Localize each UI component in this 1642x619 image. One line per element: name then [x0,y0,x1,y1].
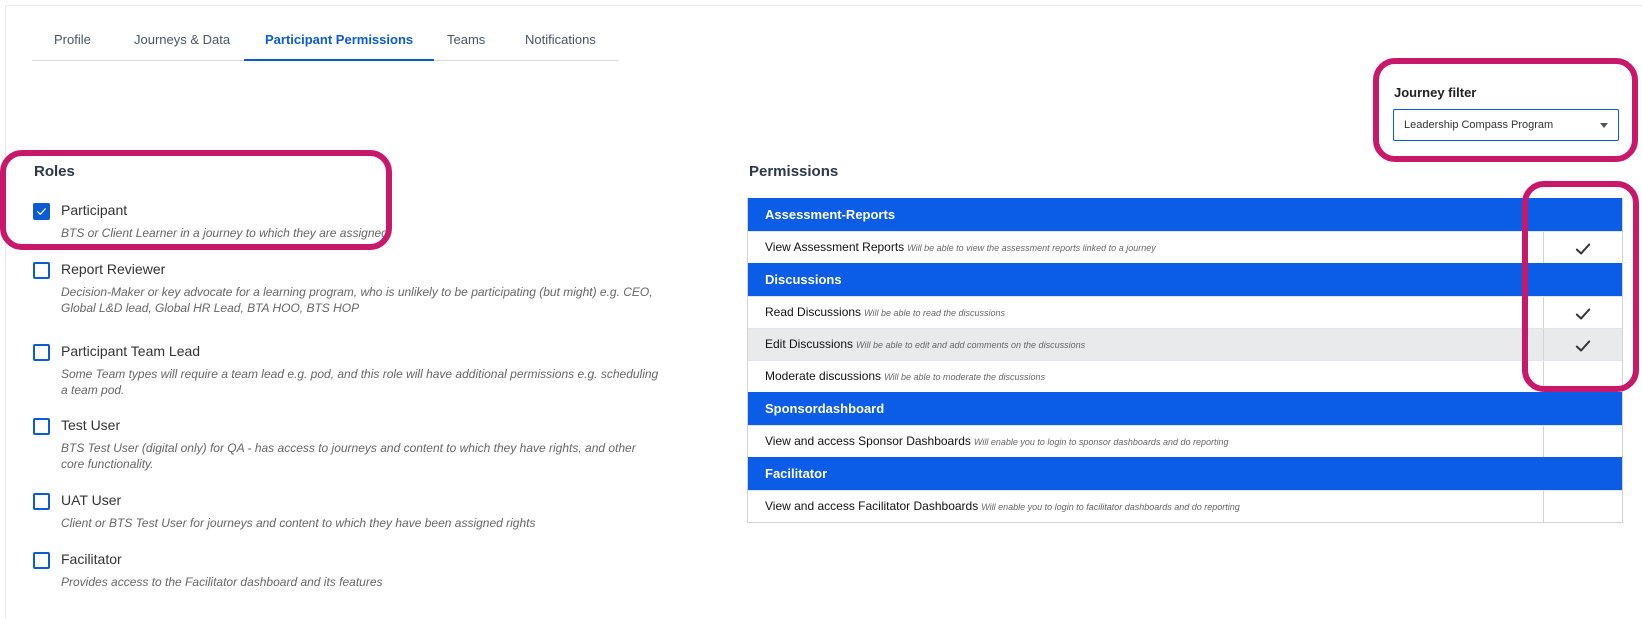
journey-filter-value: Leadership Compass Program [1404,119,1554,131]
permission-toggle[interactable] [1543,329,1622,360]
role-description: Some Team types will require a team lead… [61,367,659,397]
permission-toggle[interactable] [1543,426,1622,457]
permission-group-header: Sponsordashboard [748,392,1622,425]
tab-journeys-data[interactable]: Journeys & Data [134,25,230,59]
permission-name: Read Discussions [765,305,862,319]
permission-toggle[interactable] [1543,491,1622,522]
role-description: Client or BTS Test User for journeys and… [61,516,536,530]
left-border [5,5,6,619]
permission-toggle[interactable] [1543,361,1622,392]
permission-row: View Assessment Reports Will be able to v… [748,231,1622,263]
tab-teams[interactable]: Teams [447,25,485,59]
role-name: Participant Team Lead [61,343,201,359]
tab-profile[interactable]: Profile [54,25,91,59]
tab-notifications[interactable]: Notifications [525,25,596,59]
permission-group-header: Assessment-Reports [748,198,1622,231]
permission-description: Will be able to edit and add comments on… [856,340,1086,350]
role-checkbox[interactable] [33,552,50,569]
permission-description: Will be able to view the assessment repo… [907,243,1156,253]
caret-down-icon [1600,123,1608,128]
permissions-table: Assessment-Reports View Assessment Report… [747,198,1623,523]
role-checkbox[interactable] [33,418,50,435]
permission-group-header: Facilitator [748,457,1622,490]
permissions-heading: Permissions [749,163,839,180]
permission-row: View and access Sponsor Dashboards Will e… [748,425,1622,457]
role-name: Test User [61,417,121,433]
permission-name: View and access Facilitator Dashboards [765,499,979,513]
role-description: BTS or Client Learner in a journey to wh… [61,226,388,240]
role-checkbox[interactable] [33,262,50,279]
permission-description: Will be able to moderate the discussions [884,372,1046,382]
role-checkbox[interactable] [33,493,50,510]
permission-row: View and access Facilitator Dashboards Wi… [748,490,1622,522]
permission-toggle[interactable] [1543,232,1622,263]
permission-name: View Assessment Reports [765,240,905,254]
role-checkbox[interactable] [33,203,50,220]
permission-group-header: Discussions [748,263,1622,296]
journey-filter-select[interactable]: Leadership Compass Program [1393,109,1619,141]
tab-participant-permissions[interactable]: Participant Permissions [243,25,435,61]
permission-description: Will enable you to login to facilitator … [981,502,1240,512]
role-description: BTS Test User (digital only) for QA - ha… [61,441,636,471]
role-name: Facilitator [61,551,122,567]
permission-description: Will enable you to login to sponsor dash… [973,437,1229,447]
permission-row: Edit Discussions Will be able to edit and… [748,328,1622,360]
roles-heading: Roles [34,163,75,180]
role-description: Decision-Maker or key advocate for a lea… [61,285,653,315]
role-checkbox[interactable] [33,344,50,361]
permission-name: View and access Sponsor Dashboards [765,434,971,448]
role-name: UAT User [61,492,122,508]
permission-row: Read Discussions Will be able to read the… [748,296,1622,328]
top-border [5,5,1642,6]
permission-toggle[interactable] [1543,297,1622,328]
role-description: Provides access to the Facilitator dashb… [61,575,383,589]
permission-row: Moderate discussions Will be able to mode… [748,360,1622,392]
permission-name: Moderate discussions [765,369,882,383]
permission-name: Edit Discussions [765,337,854,351]
role-name: Participant [61,202,128,218]
role-name: Report Reviewer [61,261,166,277]
journey-filter-label: Journey filter [1394,85,1477,100]
permission-description: Will be able to read the discussions [864,308,1006,318]
tab-bar: Profile Journeys & Data Participant Perm… [32,25,618,61]
